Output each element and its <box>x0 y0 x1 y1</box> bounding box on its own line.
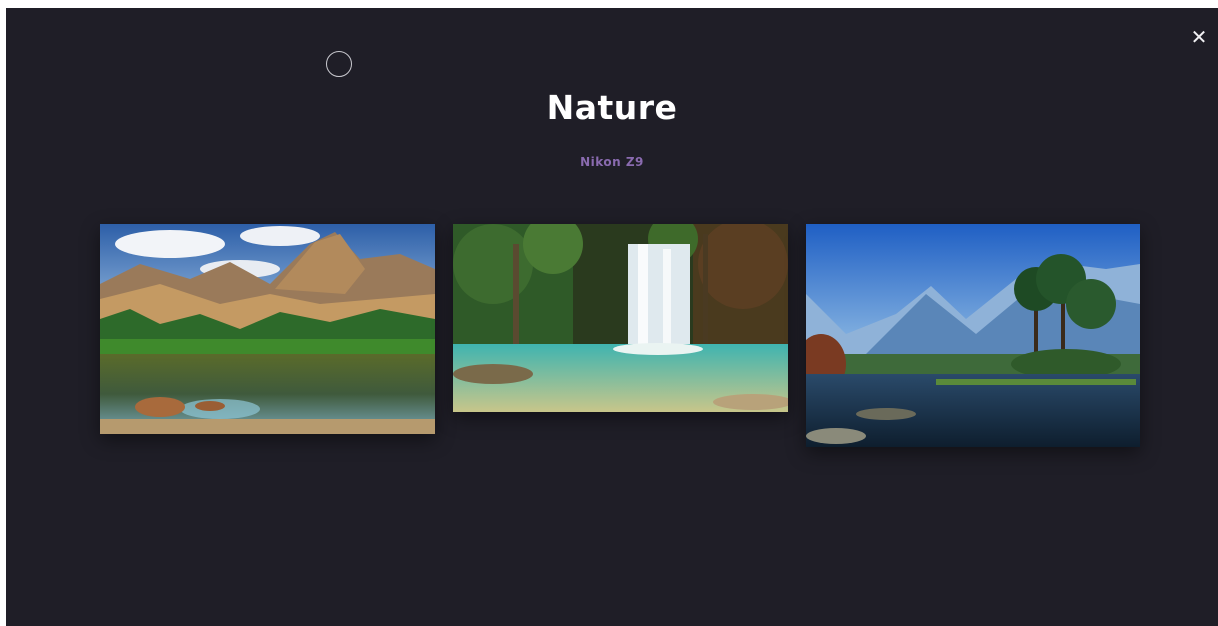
gallery-modal: ✕ Nature Nikon Z9 <box>6 8 1218 626</box>
close-icon[interactable]: ✕ <box>1188 26 1210 48</box>
photo-mountain-lake[interactable] <box>100 224 435 434</box>
cursor-ring <box>326 51 352 77</box>
camera-subtitle: Nikon Z9 <box>580 155 644 169</box>
photo-island-lake[interactable] <box>806 224 1140 447</box>
photo-waterfall[interactable] <box>453 224 788 412</box>
gallery-title: Nature <box>546 88 678 127</box>
